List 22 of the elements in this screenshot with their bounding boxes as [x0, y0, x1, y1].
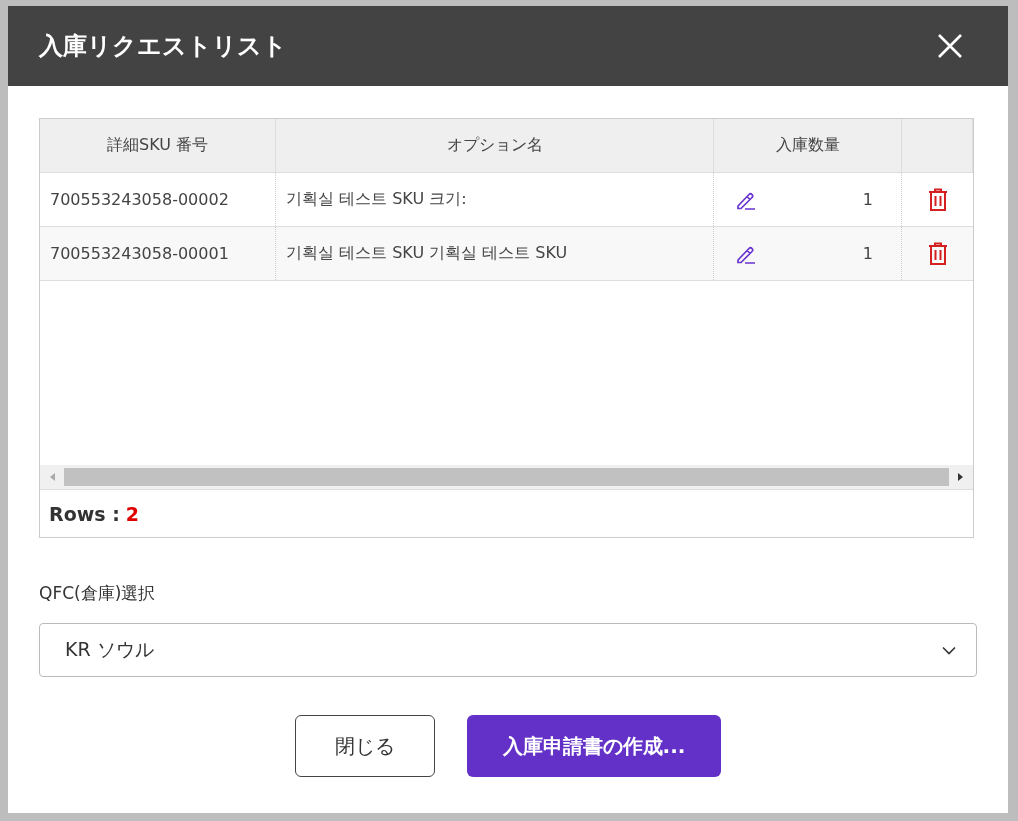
table-cell: 700553243058-00002 — [50, 190, 229, 209]
trash-icon[interactable] — [926, 187, 949, 212]
rows-count: 2 — [125, 502, 139, 525]
column-header: 入庫数量 — [714, 119, 902, 172]
rows-label: Rows : — [49, 502, 120, 525]
table-cell: 700553243058-00001 — [50, 244, 229, 263]
table-cell: 기획실 테스트 SKU 기획실 테스트 SKU — [286, 243, 568, 264]
create-button[interactable]: 入庫申請書の作成... — [467, 715, 721, 777]
table-cell: 기획실 테스트 SKU 크기: — [286, 189, 467, 210]
chevron-down-icon — [942, 645, 956, 655]
warehouse-select[interactable]: KR ソウル — [39, 623, 977, 677]
table-cell: 1 — [862, 244, 873, 263]
close-button[interactable]: 閉じる — [295, 715, 435, 777]
close-icon[interactable] — [936, 32, 964, 60]
column-header: 詳細SKU 番号 — [40, 119, 276, 172]
horizontal-scrollbar[interactable] — [40, 465, 973, 490]
trash-icon[interactable] — [926, 241, 949, 266]
table-cell: 1 — [862, 190, 873, 209]
column-header: オプション名 — [276, 119, 714, 172]
dialog-title: 入庫リクエストリスト — [39, 31, 287, 62]
field-label: QFC(倉庫)選択 — [39, 582, 157, 605]
scroll-right-icon[interactable] — [957, 472, 965, 482]
